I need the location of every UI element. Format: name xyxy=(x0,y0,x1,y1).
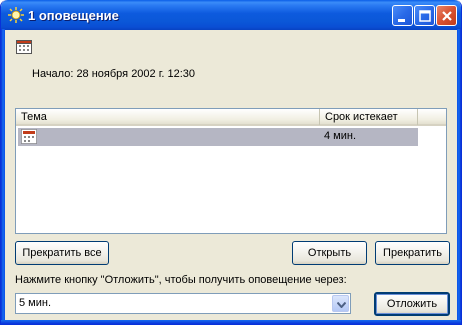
snooze-duration-value: 5 мин. xyxy=(19,297,52,309)
dropdown-button[interactable] xyxy=(332,295,349,312)
reminder-window: 1 оповещение Начало: 28 ноября 2002 г. 1… xyxy=(0,0,462,325)
maximize-icon xyxy=(419,10,431,22)
open-button[interactable]: Открыть xyxy=(292,241,367,265)
column-header-due[interactable]: Срок истекает xyxy=(320,109,418,125)
reminders-list[interactable]: Тема Срок истекает 4 мин. xyxy=(15,108,447,234)
calendar-icon xyxy=(21,129,37,144)
window-frame-right xyxy=(457,29,461,324)
calendar-icon xyxy=(16,40,32,54)
minimize-icon xyxy=(398,19,405,22)
snooze-prompt-label: Нажмите кнопку "Отложить", чтобы получит… xyxy=(15,274,347,286)
window-frame-left xyxy=(1,29,5,324)
row-due-time: 4 мин. xyxy=(324,130,357,142)
close-button[interactable] xyxy=(436,5,457,26)
start-time-label: Начало: 28 ноября 2002 г. 12:30 xyxy=(32,68,196,80)
snooze-button[interactable]: Отложить xyxy=(374,292,450,316)
chevron-down-icon xyxy=(337,302,346,308)
close-icon xyxy=(442,11,452,21)
dismiss-button[interactable]: Прекратить xyxy=(375,241,450,265)
reminder-bell-icon xyxy=(8,7,24,23)
column-header-subject[interactable]: Тема xyxy=(16,109,320,125)
list-item[interactable]: 4 мин. xyxy=(18,128,418,146)
window-title: 1 оповещение xyxy=(28,8,119,23)
title-bar[interactable]: 1 оповещение xyxy=(1,0,461,30)
window-frame-bottom xyxy=(1,320,461,324)
list-header: Тема Срок истекает xyxy=(16,109,446,126)
dismiss-all-button[interactable]: Прекратить все xyxy=(15,241,109,265)
maximize-button[interactable] xyxy=(414,5,435,26)
snooze-duration-select[interactable]: 5 мин. xyxy=(15,293,351,314)
minimize-button[interactable] xyxy=(392,5,413,26)
